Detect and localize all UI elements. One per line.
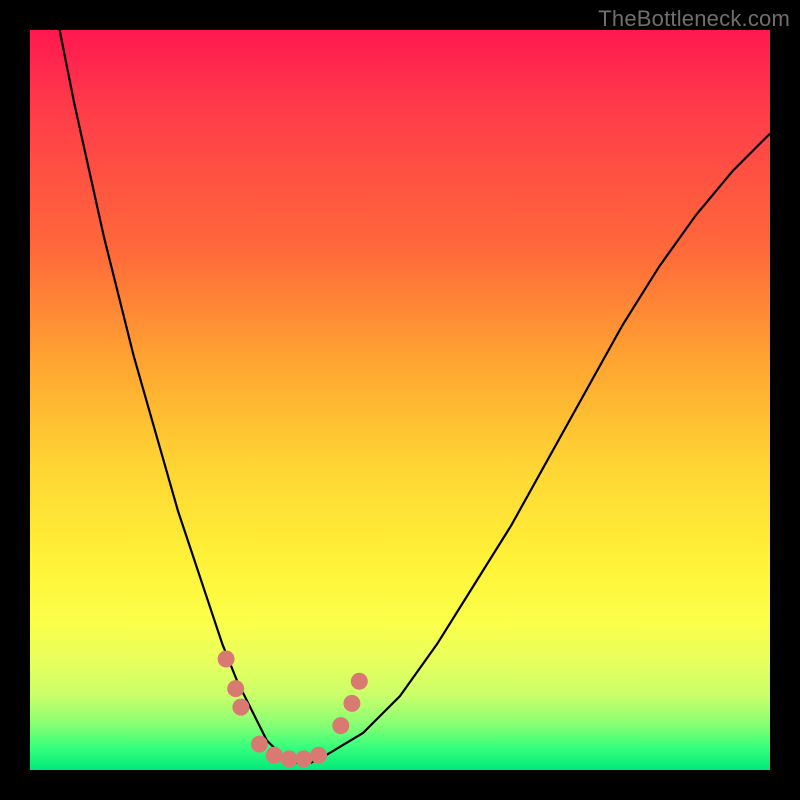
bottleneck-curve xyxy=(60,30,770,763)
watermark-text: TheBottleneck.com xyxy=(598,6,790,32)
marker-dot xyxy=(281,750,298,767)
marker-dot xyxy=(332,717,349,734)
curve-layer xyxy=(30,30,770,770)
chart-frame: TheBottleneck.com xyxy=(0,0,800,800)
marker-dot xyxy=(295,750,312,767)
marker-dot xyxy=(310,747,327,764)
plot-area xyxy=(30,30,770,770)
curve-markers xyxy=(218,651,368,768)
marker-dot xyxy=(351,673,368,690)
marker-dot xyxy=(266,747,283,764)
marker-dot xyxy=(232,699,249,716)
marker-dot xyxy=(343,695,360,712)
marker-dot xyxy=(218,651,235,668)
marker-dot xyxy=(227,680,244,697)
marker-dot xyxy=(251,736,268,753)
